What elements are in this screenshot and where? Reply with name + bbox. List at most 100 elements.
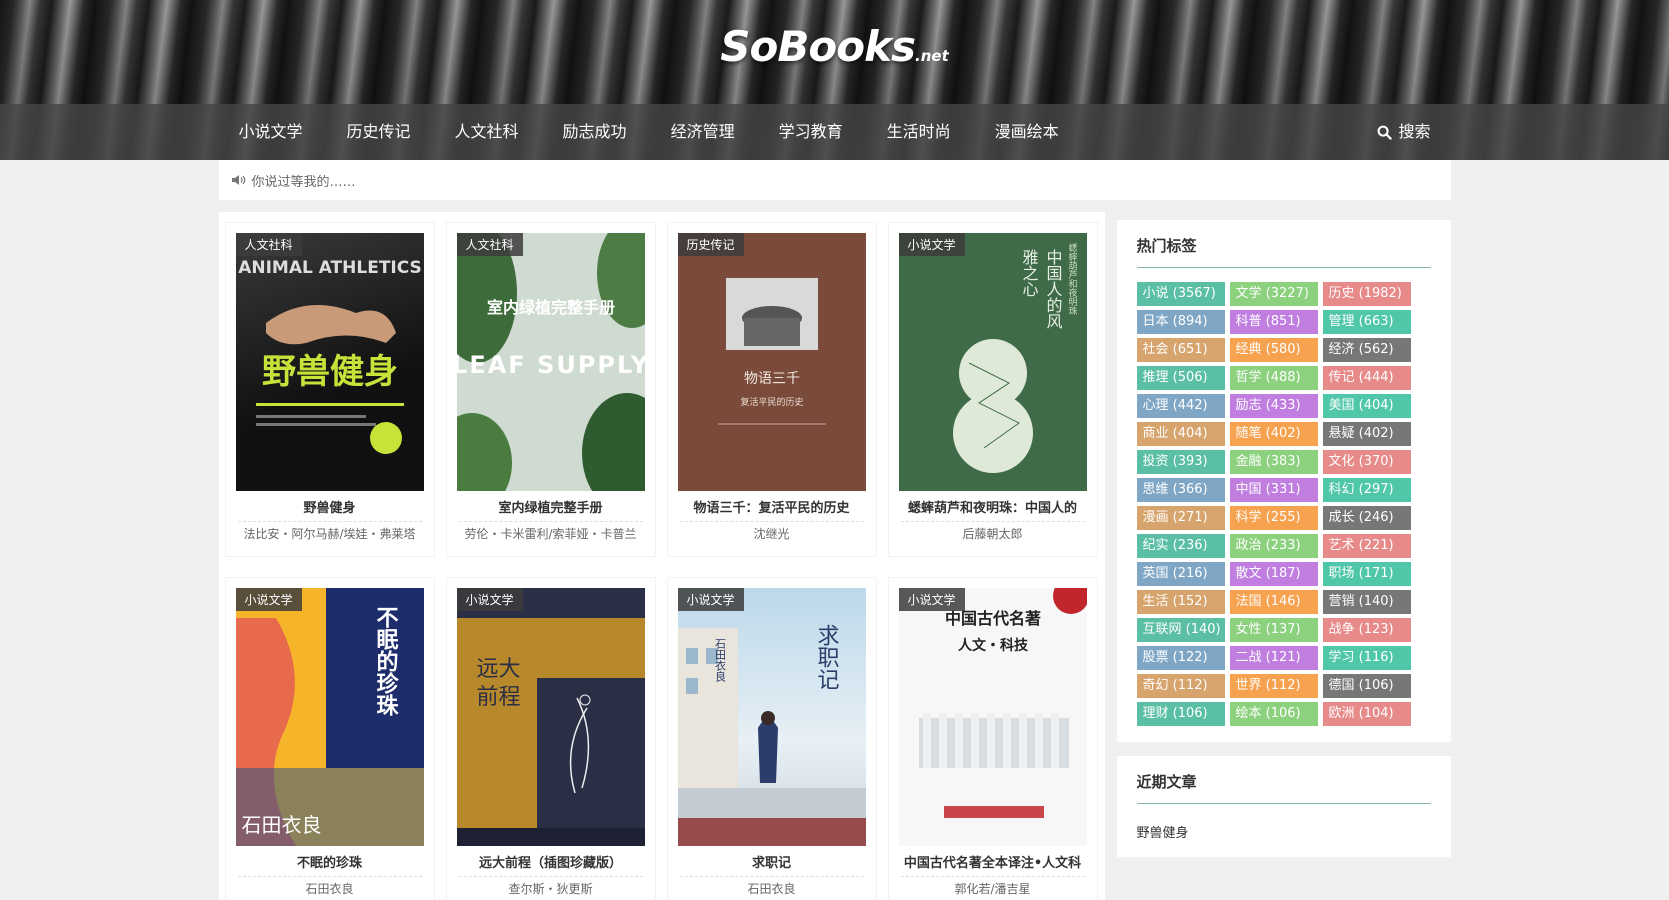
recent-post-link[interactable]: 野兽健身	[1137, 818, 1431, 841]
cover-title: 不眠的珍珠	[372, 606, 399, 716]
nav-item-history[interactable]: 历史传记	[325, 104, 433, 160]
category-badge[interactable]: 小说文学	[235, 588, 302, 611]
tag-link[interactable]: 经济 (562)	[1322, 338, 1411, 362]
tag-link[interactable]: 奇幻 (112)	[1136, 674, 1225, 698]
book-cover[interactable]: 人文社科 ANIMAL ATHLETICS 野兽健身	[235, 233, 424, 491]
tag-link[interactable]: 管理 (663)	[1322, 310, 1411, 334]
cover-subtitle: ANIMAL ATHLETICS	[238, 258, 422, 278]
book-title[interactable]: 远大前程（插图珍藏版）	[453, 852, 649, 871]
tag-link[interactable]: 中国 (331)	[1229, 478, 1318, 502]
book-title[interactable]: 求职记	[674, 852, 870, 871]
book-cover[interactable]: 小说文学 求职记 石田衣良	[677, 588, 866, 846]
book-cover[interactable]: 历史传记 物语三千 复活平民的历史	[677, 233, 866, 491]
book-card[interactable]: 小说文学 求职记 石田衣良 求职记 石田衣良	[666, 577, 877, 900]
tag-link[interactable]: 营销 (140)	[1322, 590, 1411, 614]
site-logo[interactable]: SoBooks.net	[0, 22, 1669, 71]
tag-link[interactable]: 理财 (106)	[1136, 702, 1225, 726]
book-title[interactable]: 中国古代名著全本译注•人文科	[895, 852, 1091, 871]
book-cover[interactable]: 小说文学 中国人的风雅之心 蟋蟀葫芦和夜明珠	[898, 233, 1087, 491]
book-cover[interactable]: 小说文学 不眠的珍珠 石田衣良	[235, 588, 424, 846]
book-card[interactable]: 人文社科 ANIMAL ATHLETICS 野兽健身 野兽健身 法比安・阿尔马赫…	[224, 222, 435, 557]
book-title[interactable]: 物语三千：复活平民的历史	[674, 497, 870, 516]
cover-art: 物语三千 复活平民的历史	[717, 278, 826, 425]
tag-link[interactable]: 生活 (152)	[1136, 590, 1225, 614]
tag-link[interactable]: 股票 (122)	[1136, 646, 1225, 670]
tag-link[interactable]: 推理 (506)	[1136, 366, 1225, 390]
category-badge[interactable]: 小说文学	[677, 588, 744, 611]
tag-link[interactable]: 职场 (171)	[1322, 562, 1411, 586]
category-badge[interactable]: 小说文学	[898, 588, 965, 611]
book-card[interactable]: 小说文学 不眠的珍珠 石田衣良 不眠的珍珠 石田衣良	[224, 577, 435, 900]
tag-link[interactable]: 传记 (444)	[1322, 366, 1411, 390]
book-card[interactable]: 人文社科 室内绿植完整手册 LEAF SUPPLY 室内绿植完整手册 劳伦・卡米…	[445, 222, 656, 557]
tag-link[interactable]: 绘本 (106)	[1229, 702, 1318, 726]
tag-link[interactable]: 世界 (112)	[1229, 674, 1318, 698]
nav-item-education[interactable]: 学习教育	[757, 104, 865, 160]
tag-link[interactable]: 学习 (116)	[1322, 646, 1411, 670]
tag-link[interactable]: 科普 (851)	[1229, 310, 1318, 334]
tag-link[interactable]: 科幻 (297)	[1322, 478, 1411, 502]
tag-link[interactable]: 互联网 (140)	[1136, 618, 1225, 642]
book-card[interactable]: 小说文学 中国人的风雅之心 蟋蟀葫芦和夜明珠 蟋蟀葫芦和夜明珠：中国人的 后藤朝…	[887, 222, 1098, 557]
cover-title: 室内绿植完整手册	[486, 298, 614, 317]
tag-link[interactable]: 社会 (651)	[1136, 338, 1225, 362]
tag-link[interactable]: 日本 (894)	[1136, 310, 1225, 334]
nav-item-humanities[interactable]: 人文社科	[433, 104, 541, 160]
tag-link[interactable]: 政治 (233)	[1229, 534, 1318, 558]
search-button[interactable]: 搜索	[1377, 104, 1431, 160]
tag-link[interactable]: 经典 (580)	[1229, 338, 1318, 362]
tag-link[interactable]: 金融 (383)	[1229, 450, 1318, 474]
category-badge[interactable]: 历史传记	[677, 233, 744, 256]
tag-link[interactable]: 成长 (246)	[1322, 506, 1411, 530]
tag-link[interactable]: 战争 (123)	[1322, 618, 1411, 642]
book-cover[interactable]: 小说文学 远大前程	[456, 588, 645, 846]
tag-link[interactable]: 投资 (393)	[1136, 450, 1225, 474]
book-card[interactable]: 小说文学 中国古代名著 人文・科技 中国古代名著全本译注•人文科 郭化若/潘吉星	[887, 577, 1098, 900]
tag-link[interactable]: 艺术 (221)	[1322, 534, 1411, 558]
nav-item-inspiration[interactable]: 励志成功	[541, 104, 649, 160]
book-title[interactable]: 蟋蟀葫芦和夜明珠：中国人的	[895, 497, 1091, 516]
book-card[interactable]: 小说文学 远大前程 远大前程（插图珍藏版） 查尔斯・狄更斯	[445, 577, 656, 900]
tag-link[interactable]: 思维 (366)	[1136, 478, 1225, 502]
divider	[237, 876, 422, 877]
category-badge[interactable]: 小说文学	[456, 588, 523, 611]
tag-link[interactable]: 漫画 (271)	[1136, 506, 1225, 530]
tag-link[interactable]: 欧洲 (104)	[1322, 702, 1411, 726]
recent-posts-widget: 近期文章 野兽健身	[1116, 756, 1451, 857]
book-author: 后藤朝太郎	[962, 527, 1023, 541]
book-title[interactable]: 室内绿植完整手册	[453, 497, 649, 516]
tag-link[interactable]: 散文 (187)	[1229, 562, 1318, 586]
tag-link[interactable]: 心理 (442)	[1136, 394, 1225, 418]
tag-link[interactable]: 哲学 (488)	[1229, 366, 1318, 390]
book-cover[interactable]: 小说文学 中国古代名著 人文・科技	[898, 588, 1087, 846]
nav-item-lifestyle[interactable]: 生活时尚	[865, 104, 973, 160]
tag-link[interactable]: 美国 (404)	[1322, 394, 1411, 418]
tag-link[interactable]: 励志 (433)	[1229, 394, 1318, 418]
book-cover[interactable]: 人文社科 室内绿植完整手册 LEAF SUPPLY	[456, 233, 645, 491]
nav-item-economics[interactable]: 经济管理	[649, 104, 757, 160]
tag-link[interactable]: 法国 (146)	[1229, 590, 1318, 614]
tag-link[interactable]: 女性 (137)	[1229, 618, 1318, 642]
tag-link[interactable]: 二战 (121)	[1229, 646, 1318, 670]
category-badge[interactable]: 人文社科	[235, 233, 302, 256]
nav-item-comics[interactable]: 漫画绘本	[973, 104, 1081, 160]
tag-link[interactable]: 随笔 (402)	[1229, 422, 1318, 446]
tag-link[interactable]: 文化 (370)	[1322, 450, 1411, 474]
tag-link[interactable]: 商业 (404)	[1136, 422, 1225, 446]
logo-tld: .net	[915, 47, 949, 65]
category-badge[interactable]: 人文社科	[456, 233, 523, 256]
nav-item-fiction[interactable]: 小说文学	[219, 104, 325, 160]
tag-link[interactable]: 科学 (255)	[1229, 506, 1318, 530]
tag-link[interactable]: 文学 (3227)	[1229, 282, 1318, 306]
book-title[interactable]: 不眠的珍珠	[232, 852, 428, 871]
tag-link[interactable]: 英国 (216)	[1136, 562, 1225, 586]
tag-link[interactable]: 悬疑 (402)	[1322, 422, 1411, 446]
category-badge[interactable]: 小说文学	[898, 233, 965, 256]
tag-link[interactable]: 小说 (3567)	[1136, 282, 1225, 306]
tag-link[interactable]: 纪实 (236)	[1136, 534, 1225, 558]
tag-link[interactable]: 德国 (106)	[1322, 674, 1411, 698]
book-title[interactable]: 野兽健身	[232, 497, 428, 516]
tag-link[interactable]: 历史 (1982)	[1322, 282, 1411, 306]
book-card[interactable]: 历史传记 物语三千 复活平民的历史 物语三千：复活平民的历史 沈继光	[666, 222, 877, 557]
notice-text[interactable]: 你说过等我的……	[252, 171, 356, 190]
